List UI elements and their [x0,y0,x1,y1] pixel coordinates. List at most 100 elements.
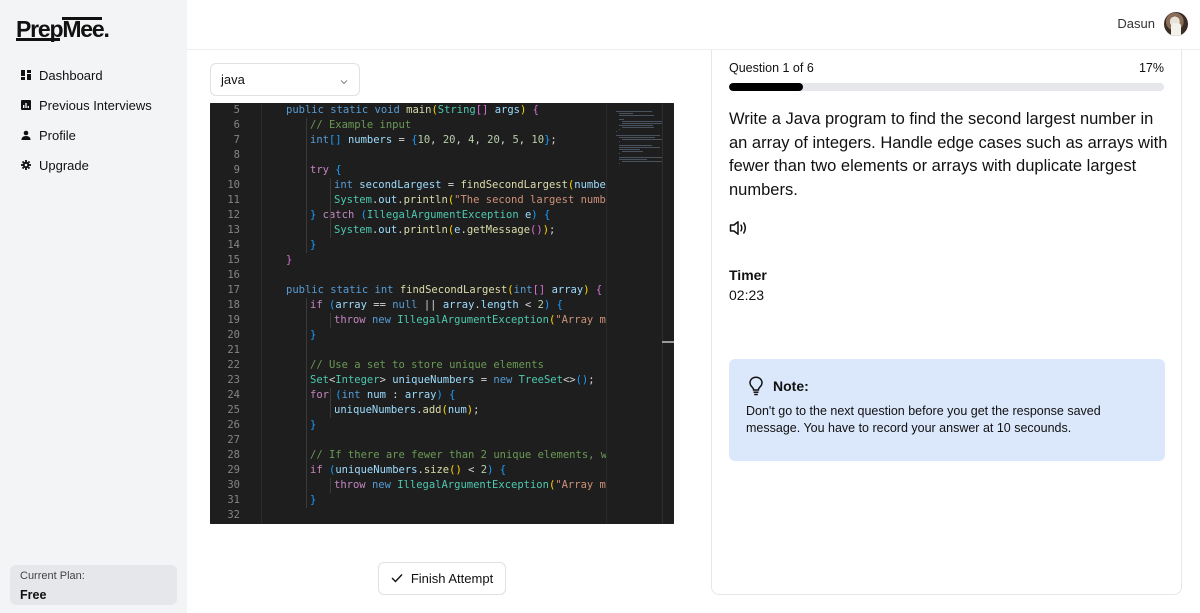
editor-vertical-scrollbar[interactable] [662,103,674,524]
line-number: 17 [227,284,240,296]
speaker-icon[interactable] [729,220,749,236]
question-panel: Question 1 of 6 17% Write a Java program… [711,50,1182,595]
code-text: } [310,419,317,431]
code-line[interactable]: 16 [210,268,606,283]
code-line[interactable]: 27 [210,433,606,448]
code-line[interactable]: 26} [210,418,606,433]
line-number: 13 [227,224,240,236]
code-line[interactable]: 24 for (int num : array) { [210,388,606,403]
line-number: 27 [227,434,240,446]
code-line[interactable]: 30 throw new IllegalArgumentException("Ar… [210,478,606,493]
avatar[interactable] [1164,12,1188,36]
code-line[interactable]: 32 [210,508,606,523]
code-text: // Use a set to store unique elements [310,359,544,371]
sidebar-item-label: Previous Interviews [39,97,152,113]
minimap-line [622,121,663,122]
minimap-line [619,129,620,130]
indent-guide [330,313,331,328]
minimap-line [619,157,663,158]
code-text: System.out.println(e.getMessage()); [334,224,556,236]
line-number: 15 [227,254,240,266]
timer-label: Timer [729,267,767,283]
question-progress-bar [729,83,1164,91]
minimap-line [619,147,660,148]
line-number: 5 [233,104,240,116]
minimap-line [622,123,663,124]
code-text: // If there are fewer than 2 unique elem… [310,449,606,461]
sidebar-item-previous-interviews[interactable]: Previous Interviews [0,90,187,120]
code-minimap[interactable] [606,103,664,524]
code-line[interactable]: 29 if (uniqueNumbers.size() < 2) { [210,463,606,478]
code-line[interactable]: 20} [210,328,606,343]
chevron-down-icon [339,75,349,85]
indent-guide [306,298,307,508]
code-line[interactable]: 12} catch (IllegalArgumentException e) { [210,208,606,223]
line-number: 23 [227,374,240,386]
code-line[interactable]: 23 Set<Integer> uniqueNumbers = new TreeS… [210,373,606,388]
plan-value: Free [20,588,47,602]
avatar-figure [1171,23,1181,36]
code-text: int secondLargest = findSecondLargest(nu… [334,179,606,191]
language-select[interactable]: java [210,63,360,96]
minimap-line [619,113,634,114]
line-number: 21 [227,344,240,356]
code-line[interactable]: 21 [210,343,606,358]
code-line[interactable]: 22 // Use a set to store unique elements [210,358,606,373]
code-line[interactable]: 10 int secondLargest = findSecondLargest(… [210,178,606,193]
sidebar-item-label: Upgrade [39,157,89,173]
code-text: if (uniqueNumbers.size() < 2) { [310,464,507,476]
sidebar-item-upgrade[interactable]: Upgrade [0,150,187,180]
dashboard-icon [21,70,31,80]
minimap-line [619,153,620,154]
line-number: 25 [227,404,240,416]
code-text: System.out.println("The second largest n… [334,194,606,206]
line-number: 22 [227,359,240,371]
code-line[interactable]: 18 if (array == null || array.length < 2)… [210,298,606,313]
code-line[interactable]: 9 try { [210,163,606,178]
minimap-line [619,145,653,146]
code-line[interactable]: 11 System.out.println("The second largest… [210,193,606,208]
sidebar-nav: Dashboard Previous Interviews Profile Up… [0,60,187,180]
gear-icon [21,160,31,170]
code-lines[interactable]: 5 public static void main(String[] args) … [210,103,606,524]
line-number: 9 [233,164,240,176]
line-number: 19 [227,314,240,326]
code-line[interactable]: 6 // Example input [210,118,606,133]
code-line[interactable]: 25 uniqueNumbers.add(num); [210,403,606,418]
minimap-line [622,127,654,128]
line-number: 16 [227,269,240,281]
line-number: 31 [227,494,240,506]
code-text: if (array == null || array.length < 2) { [310,299,563,311]
question-progress-label: Question 1 of 6 [729,61,814,75]
line-number: 7 [233,134,240,146]
top-bar: Dasun [187,0,1200,50]
sidebar-item-label: Dashboard [39,67,103,83]
code-line[interactable]: 19 throw new IllegalArgumentException("Ar… [210,313,606,328]
code-editor[interactable]: 5 public static void main(String[] args) … [210,103,674,524]
sidebar-item-dashboard[interactable]: Dashboard [0,60,187,90]
scrollbar-position-marker[interactable] [662,341,674,343]
sidebar-item-profile[interactable]: Profile [0,120,187,150]
line-number: 10 [227,179,240,191]
code-line[interactable]: 31} [210,493,606,508]
line-number: 32 [227,509,240,521]
brand-logo[interactable]: PrepMee. [16,14,110,44]
minimap-line [619,125,654,126]
finish-attempt-button[interactable]: Finish Attempt [378,562,506,595]
line-number: 12 [227,209,240,221]
code-line[interactable]: 7 int[] numbers = {10, 20, 4, 20, 5, 10}; [210,133,606,148]
code-text: } [310,239,317,251]
app-root: PrepMee. Dashboard Previous Interviews P… [0,0,1200,613]
minimap-line [616,135,660,136]
line-number: 28 [227,449,240,461]
code-line[interactable]: 17 public static int findSecondLargest(in… [210,283,606,298]
code-line[interactable]: 14} [210,238,606,253]
code-line[interactable]: 13 System.out.println(e.getMessage()); [210,223,606,238]
code-line[interactable]: 8 [210,148,606,163]
code-text: int[] numbers = {10, 20, 4, 20, 5, 10}; [310,134,557,146]
user-name[interactable]: Dasun [1117,16,1155,31]
code-line[interactable]: 5 public static void main(String[] args) … [210,103,606,118]
code-line[interactable]: 15} [210,253,606,268]
code-text: // Example input [310,119,412,131]
code-line[interactable]: 28 // If there are fewer than 2 unique el… [210,448,606,463]
